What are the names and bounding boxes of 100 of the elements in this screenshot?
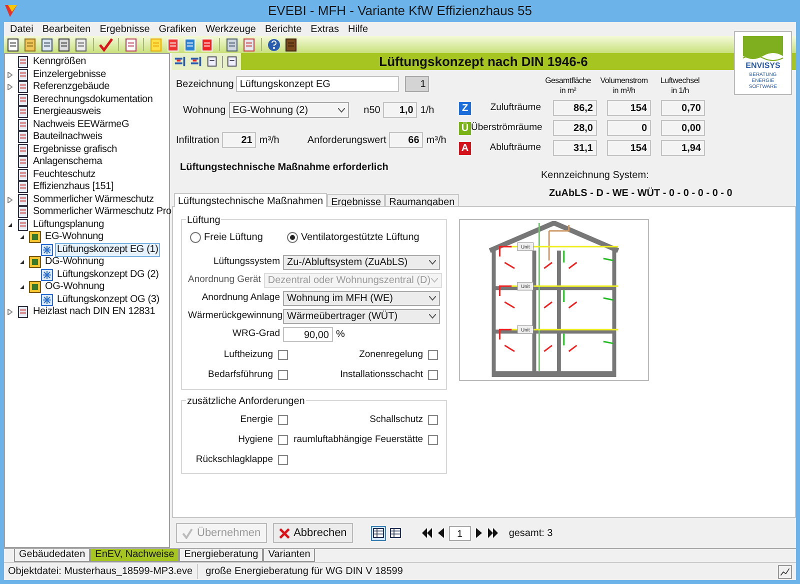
checkbox[interactable]: [428, 414, 438, 425]
logo-mark-icon: [741, 34, 785, 62]
tree-item[interactable]: Referenzgebäude: [31, 80, 112, 94]
close-icon: [278, 528, 290, 538]
tree-item[interactable]: Lüftungskonzept EG (1): [55, 242, 160, 257]
form-view-icon[interactable]: [370, 526, 386, 540]
tree-item[interactable]: Sommerlicher Wärmeschutz: [31, 192, 156, 207]
fan-icon: [41, 294, 53, 306]
field-label: Bezeichnung: [176, 78, 234, 92]
chart-icon[interactable]: [778, 564, 792, 578]
apartment-dropdown[interactable]: EG-Wohnung (2): [228, 102, 349, 118]
tree-item[interactable]: Anlagenschema: [31, 155, 104, 170]
table-view-icon[interactable]: [388, 526, 403, 540]
room-type-badge: A: [459, 142, 471, 154]
infiltration-field[interactable]: 21: [222, 132, 256, 148]
bottom-tab[interactable]: Energieberatung: [179, 549, 264, 562]
menu-item[interactable]: Grafiken: [158, 22, 197, 36]
tree-item[interactable]: EG-Wohnung: [43, 230, 106, 244]
tab[interactable]: Ergebnisse: [327, 194, 386, 206]
checkbox[interactable]: [428, 370, 438, 380]
checkbox[interactable]: [278, 414, 288, 425]
checkmark-icon[interactable]: [99, 38, 113, 52]
expanded-arrow-icon[interactable]: [19, 259, 25, 266]
tree-item[interactable]: Feuchteschutz: [31, 168, 98, 182]
document-icon: [17, 168, 29, 181]
first-record-icon[interactable]: [420, 527, 433, 539]
value-field: 86,2: [553, 100, 597, 116]
recovery-rate-field[interactable]: 90,00: [283, 327, 333, 342]
dropdown[interactable]: Wohnung im MFH (WE): [283, 291, 440, 306]
number-button[interactable]: 1: [404, 76, 429, 92]
tree-item[interactable]: Bauteilnachweis: [31, 130, 104, 144]
tree-item[interactable]: Berechnungsdokumentation: [31, 92, 155, 107]
document-icon: [17, 306, 29, 318]
menu-item[interactable]: Hilfe: [348, 22, 368, 36]
tab[interactable]: Lüftungstechnische Maßnahmen: [174, 193, 328, 207]
expanded-arrow-icon[interactable]: [19, 284, 25, 290]
menu-item[interactable]: Bearbeiten: [42, 22, 91, 36]
tree-item[interactable]: Lüftungsplanung: [31, 218, 106, 232]
tree-item[interactable]: DG-Wohnung: [43, 255, 106, 270]
value-field: 0: [607, 120, 651, 136]
column-header: Gesamtfläche in m²: [544, 76, 592, 96]
tree-item[interactable]: Lüftungskonzept OG (3): [55, 292, 162, 307]
checkbox[interactable]: [428, 434, 438, 445]
dropdown[interactable]: Zu-/Abluftsystem (ZuAbLS): [283, 255, 440, 270]
system-code: ZuAbLS - D - WE - WÜT - 0 - 0 - 0 - 0 - 0: [548, 186, 734, 201]
tree-item[interactable]: Ergebnisse grafisch: [31, 142, 120, 157]
menu-item[interactable]: Datei: [10, 22, 34, 36]
cancel-button[interactable]: Abbrechen: [272, 523, 353, 543]
tree-item[interactable]: Energieausweis: [31, 105, 103, 120]
tree-item[interactable]: OG-Wohnung: [43, 280, 107, 294]
expanded-arrow-icon[interactable]: [19, 234, 25, 240]
bottom-tab[interactable]: Gebäudedaten: [14, 549, 90, 562]
n50-field[interactable]: 1,0: [383, 102, 418, 118]
menu-item[interactable]: Berichte: [264, 22, 302, 36]
checkbox[interactable]: [278, 370, 288, 380]
help-icon[interactable]: [267, 38, 281, 52]
expanded-arrow-icon[interactable]: [7, 222, 13, 228]
record-field[interactable]: 1: [448, 526, 471, 540]
last-record-icon[interactable]: [486, 527, 499, 539]
field-label: n50: [364, 104, 380, 118]
checkbox[interactable]: [278, 434, 288, 445]
column-header: Luftwechsel in 1/h: [660, 76, 700, 96]
checkbox-label: Zonenregelung: [359, 348, 423, 362]
status-text: Objektdatei: Musterhaus_18599-MP3.eve: [8, 564, 198, 579]
tree-item[interactable]: Kenngrößen: [31, 55, 88, 70]
document-icon: [17, 68, 29, 81]
checkbox-label: Bedarfsführung: [208, 368, 273, 382]
warning-message: Lüftungstechnische Maßnahme erforderlich: [179, 161, 390, 175]
window-title: EVEBI - MFH - Variante KfW Effizienzhaus 55: [267, 2, 533, 20]
menu-item[interactable]: Extras: [310, 22, 339, 36]
radio-button[interactable]: [190, 232, 201, 243]
tree-item[interactable]: Lüftungskonzept DG (2): [55, 268, 161, 282]
value-field: 0,00: [661, 120, 705, 136]
name-input[interactable]: Lüftungskonzept EG: [236, 76, 399, 92]
record-total: gesamt: 3: [508, 526, 553, 540]
tree-item[interactable]: Nachweis EEWärmeG: [31, 118, 132, 132]
checkbox[interactable]: [278, 455, 288, 466]
checkbox[interactable]: [428, 350, 438, 360]
dropdown[interactable]: Wärmeübertrager (WÜT): [283, 309, 440, 324]
tree-item[interactable]: Sommerlicher Wärmeschutz Pro: [31, 205, 174, 220]
value-field: 28,0: [553, 120, 597, 136]
tree-item[interactable]: Heizlast nach DIN EN 12831: [31, 305, 158, 320]
requirement-field[interactable]: 66: [389, 132, 424, 148]
tab[interactable]: Raumangaben: [385, 194, 459, 206]
document-icon[interactable]: [6, 38, 20, 52]
menu-item[interactable]: Werkzeuge: [206, 22, 256, 36]
radio-button[interactable]: [286, 232, 298, 243]
page-title: Lüftungskonzept nach DIN 1946-6: [379, 52, 588, 71]
checkbox[interactable]: [278, 350, 288, 360]
tree-item[interactable]: Effizienzhaus [151]: [31, 180, 116, 194]
tree-item[interactable]: Einzelergebnisse: [31, 68, 108, 82]
collapsed-arrow-icon[interactable]: [7, 196, 13, 203]
collapsed-arrow-icon[interactable]: [7, 309, 13, 316]
collapsed-arrow-icon[interactable]: [7, 72, 13, 78]
bottom-tab[interactable]: Varianten: [263, 549, 316, 562]
checkbox-label: Installationsschacht: [340, 368, 423, 382]
field-label: Anordnung Anlage: [200, 291, 280, 306]
collapsed-arrow-icon[interactable]: [7, 84, 13, 90]
menu-item[interactable]: Ergebnisse: [100, 22, 150, 36]
bottom-tab[interactable]: EnEV, Nachweise: [90, 549, 180, 562]
